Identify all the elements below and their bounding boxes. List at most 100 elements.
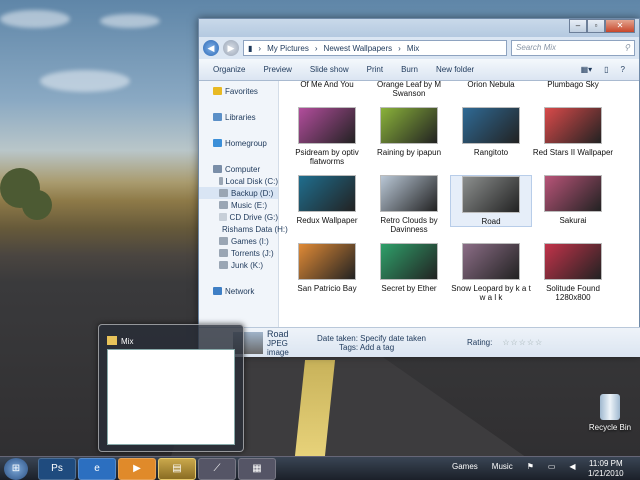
file-item[interactable]: Of Me And You <box>286 81 368 89</box>
volume-icon[interactable]: ◀ <box>569 462 575 471</box>
file-thumbnail <box>380 107 438 144</box>
pen-app-button[interactable]: ⟋ <box>198 458 236 480</box>
clock[interactable]: 11:09 PM 1/21/2010 <box>588 459 624 479</box>
file-item[interactable]: Secret by Ether <box>368 243 450 293</box>
file-item[interactable]: Red Stars II Wallpaper <box>532 107 614 157</box>
file-name: Psidream by optiv flatworms <box>295 148 359 166</box>
file-name: Raining by ipapun <box>376 148 442 157</box>
file-item[interactable]: San Patricio Bay <box>286 243 368 293</box>
nav-item[interactable]: Games (I:) <box>199 235 278 247</box>
explorer-button[interactable]: ▤ <box>158 458 196 480</box>
nav-item[interactable]: CD Drive (G:) <box>199 211 278 223</box>
nav-item-label: Backup (D:) <box>231 188 274 198</box>
nav-item[interactable]: Homegroup <box>199 137 278 149</box>
file-name: Orange Leaf by M Swanson <box>376 81 442 98</box>
search-icon: ⚲ <box>624 43 630 52</box>
nav-item[interactable]: Backup (D:) <box>199 187 278 199</box>
preview-pane-icon[interactable]: ▯ <box>604 65 608 74</box>
tray-games-link[interactable]: Games <box>452 462 478 471</box>
file-item[interactable]: Rangitoto <box>450 107 532 157</box>
clock-date: 1/21/2010 <box>588 469 624 478</box>
taskbar-thumbnail-preview[interactable]: Mix <box>98 324 244 452</box>
flag-icon[interactable]: ⚑ <box>527 462 534 471</box>
file-thumbnail <box>544 107 602 144</box>
file-name: Rangitoto <box>473 148 509 157</box>
toolbar-print-button[interactable]: Print <box>367 65 383 74</box>
tree <box>22 190 52 220</box>
view-options-icon[interactable]: ▦▾ <box>581 65 593 74</box>
forward-button[interactable]: ▶ <box>223 40 239 56</box>
nav-item[interactable]: Rishams Data (H:) <box>199 223 288 235</box>
file-name: Of Me And You <box>300 81 354 89</box>
date-taken-value[interactable]: Specify date taken <box>360 334 426 343</box>
file-item[interactable]: Plumbago Sky <box>532 81 614 89</box>
breadcrumb[interactable]: ▮ › My Pictures › Newest Wallpapers › Mix <box>243 40 507 56</box>
nav-item[interactable]: Local Disk (C:) <box>199 175 278 187</box>
toolbar-organize-button[interactable]: Organize <box>213 65 245 74</box>
nav-item[interactable]: Computer <box>199 163 278 175</box>
nav-item[interactable]: Torrents (J:) <box>199 247 278 259</box>
search-input[interactable]: Search Mix ⚲ <box>511 40 635 56</box>
nav-item-label: Computer <box>225 164 261 174</box>
recycle-bin-label: Recycle Bin <box>588 423 632 432</box>
ie-button[interactable]: e <box>78 458 116 480</box>
nav-item-label: Network <box>225 286 255 296</box>
rating-label: Rating: <box>467 338 493 347</box>
nav-item[interactable]: Music (E:) <box>199 199 278 211</box>
preview-window-miniature <box>107 349 235 445</box>
photoshop-button[interactable]: Ps <box>38 458 76 480</box>
close-button[interactable]: ✕ <box>605 19 635 33</box>
rating-stars[interactable]: ☆☆☆☆☆ <box>502 338 543 347</box>
breadcrumb-item[interactable]: Mix <box>407 44 419 53</box>
drive-icon <box>219 261 228 269</box>
nav-item-label: Rishams Data (H:) <box>222 224 288 234</box>
file-name: Plumbago Sky <box>547 81 599 89</box>
navigation-pane: Favorites Libraries Homegroup Computer Local… <box>199 81 288 343</box>
maximize-button[interactable]: ▫ <box>587 19 605 33</box>
toolbar-slide-show-button[interactable]: Slide show <box>310 65 349 74</box>
toolbar-burn-button[interactable]: Burn <box>401 65 418 74</box>
minimize-button[interactable]: – <box>569 19 587 33</box>
file-item[interactable]: Retro Clouds by Davinness <box>368 175 450 234</box>
file-item[interactable]: Solitude Found 1280x800 <box>532 243 614 302</box>
start-button[interactable]: ⊞ <box>4 458 28 480</box>
file-item[interactable]: Raining by ipapun <box>368 107 450 157</box>
back-button[interactable]: ◀ <box>203 40 219 56</box>
file-item[interactable]: Road <box>450 175 532 227</box>
toolbar-new-folder-button[interactable]: New folder <box>436 65 474 74</box>
tags-value[interactable]: Add a tag <box>360 343 394 352</box>
media-player-button[interactable]: ▶ <box>118 458 156 480</box>
nav-item-label: Local Disk (C:) <box>225 176 278 186</box>
date-taken-label: Date taken: <box>317 333 358 343</box>
nav-item-label: Games (I:) <box>231 236 269 246</box>
explorer-window: – ▫ ✕ ◀ ▶ ▮ › My Pictures › Newest Wallpaper… <box>198 18 640 357</box>
calculator-button[interactable]: ▦ <box>238 458 276 480</box>
file-name: Sakurai <box>559 216 587 225</box>
file-item[interactable]: Sakurai <box>532 175 614 225</box>
toolbar-preview-button[interactable]: Preview <box>263 65 291 74</box>
file-item[interactable]: Orion Nebula <box>450 81 532 89</box>
title-bar[interactable]: – ▫ ✕ <box>199 19 639 37</box>
file-item[interactable]: Redux Wallpaper <box>286 175 368 225</box>
file-item[interactable]: Orange Leaf by M Swanson <box>368 81 450 98</box>
breadcrumb-item[interactable]: Newest Wallpapers <box>324 44 393 53</box>
breadcrumb-item[interactable]: My Pictures <box>267 44 309 53</box>
file-name: Red Stars II Wallpaper <box>532 148 614 157</box>
homegroup-icon <box>213 139 222 147</box>
address-bar: ◀ ▶ ▮ › My Pictures › Newest Wallpapers › Mix … <box>199 37 639 59</box>
nav-item[interactable]: Libraries <box>199 111 278 123</box>
file-thumbnail <box>380 175 438 212</box>
network-icon[interactable]: ▭ <box>548 462 556 471</box>
file-thumbnail <box>298 243 356 280</box>
desktop: Recycle Bin – ▫ ✕ ◀ ▶ ▮ › My Pictures › Newe… <box>0 0 640 456</box>
file-name: Orion Nebula <box>467 81 515 89</box>
nav-item[interactable]: Junk (K:) <box>199 259 278 271</box>
tray-music-link[interactable]: Music <box>492 462 513 471</box>
help-icon[interactable]: ? <box>621 65 625 74</box>
file-item[interactable]: Psidream by optiv flatworms <box>286 107 368 166</box>
nav-item-label: Homegroup <box>225 138 267 148</box>
file-item[interactable]: Snow Leopard by k a t w a l k <box>450 243 532 302</box>
nav-item[interactable]: Favorites <box>199 85 278 97</box>
nav-item[interactable]: Network <box>199 285 278 297</box>
recycle-bin[interactable]: Recycle Bin <box>586 394 634 432</box>
